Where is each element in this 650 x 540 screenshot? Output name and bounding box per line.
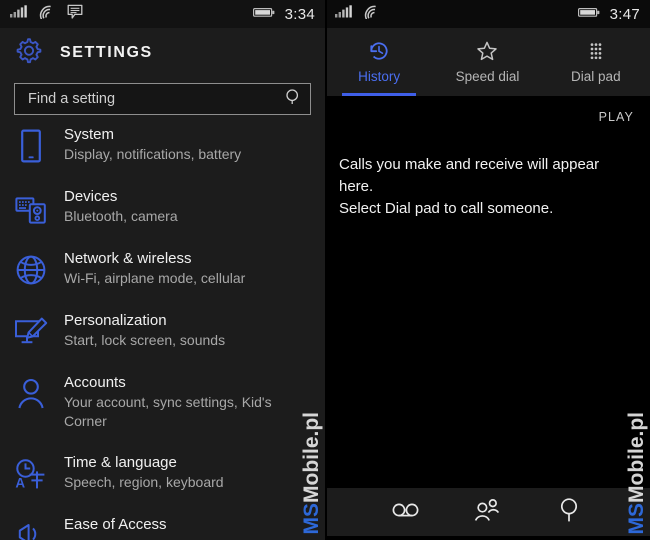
- settings-phone-panel: 3:34 SETTINGS Find a setting System Disp…: [0, 0, 325, 540]
- settings-item-text: Ease of Access: [64, 515, 167, 534]
- search-input[interactable]: [26, 90, 285, 108]
- wifi-icon: [363, 5, 381, 24]
- status-bar-left: 3:34: [0, 0, 325, 28]
- settings-item-personalization[interactable]: Personalization Start, lock screen, soun…: [14, 311, 315, 351]
- tab-label: Speed dial: [455, 69, 520, 84]
- settings-item-title: Ease of Access: [64, 516, 167, 533]
- history-clock-icon: [368, 40, 390, 62]
- settings-item-title: System: [64, 126, 115, 143]
- tab-label: Dial pad: [571, 69, 621, 84]
- settings-item-title: Time & language: [64, 454, 177, 471]
- settings-item-title: Personalization: [64, 312, 167, 329]
- settings-item-text: Time & language Speech, region, keyboard: [64, 453, 224, 492]
- search-button[interactable]: [546, 492, 592, 532]
- battery-icon: [577, 5, 600, 23]
- settings-item-title: Network & wireless: [64, 250, 192, 267]
- empty-state-line-1: Calls you make and receive will appear h…: [339, 156, 600, 195]
- tab-dial-pad[interactable]: Dial pad: [542, 34, 650, 96]
- contacts-button[interactable]: [464, 492, 510, 532]
- settings-item-subtitle: Wi-Fi, airplane mode, cellular: [64, 270, 246, 286]
- status-bar-clock: 3:34: [284, 5, 315, 23]
- search-icon[interactable]: [285, 88, 302, 110]
- ease-of-access-icon: [14, 515, 48, 540]
- phone-app-panel: 3:47 History Speed dial Dial pad PLAY Ca…: [325, 0, 650, 540]
- signal-bars-icon: [335, 5, 352, 23]
- dialpad-grid-icon: [585, 40, 607, 62]
- settings-item-network[interactable]: Network & wireless Wi-Fi, airplane mode,…: [14, 249, 315, 289]
- status-bar-right-group-left: 3:34: [252, 5, 315, 23]
- settings-item-subtitle: Bluetooth, camera: [64, 208, 178, 224]
- status-bar-right-group: 3:47: [577, 5, 640, 23]
- status-bar-left-icons-right: [335, 5, 381, 24]
- status-bar-left-icons: [10, 4, 83, 25]
- settings-item-system[interactable]: System Display, notifications, battery: [14, 125, 315, 165]
- settings-item-subtitle: Start, lock screen, sounds: [64, 332, 226, 348]
- settings-item-text: Accounts Your account, sync settings, Ki…: [64, 373, 299, 431]
- phone-app-content: PLAY Calls you make and receive will app…: [325, 96, 650, 536]
- sms-message-icon: [67, 4, 83, 25]
- empty-state-message: Calls you make and receive will appear h…: [325, 124, 650, 220]
- person-icon: [14, 373, 48, 413]
- status-bar-right: 3:47: [325, 0, 650, 28]
- tab-speed-dial[interactable]: Speed dial: [433, 34, 541, 96]
- phone-app-bottom-bar: [325, 488, 650, 536]
- settings-item-subtitle: Speech, region, keyboard: [64, 474, 224, 490]
- svg-text:A: A: [15, 475, 25, 490]
- settings-item-ease-of-access[interactable]: Ease of Access: [14, 515, 315, 540]
- settings-item-title: Accounts: [64, 374, 126, 391]
- monitor-paintbrush-icon: [14, 311, 48, 351]
- play-link[interactable]: PLAY: [325, 96, 650, 124]
- empty-state-line-2: Select Dial pad to call someone.: [339, 200, 554, 217]
- settings-item-text: Personalization Start, lock screen, soun…: [64, 311, 225, 350]
- tab-label: History: [358, 69, 401, 84]
- settings-item-devices[interactable]: Devices Bluetooth, camera: [14, 187, 315, 227]
- screenshot-root: 3:34 SETTINGS Find a setting System Disp…: [0, 0, 650, 540]
- settings-item-text: Network & wireless Wi-Fi, airplane mode,…: [64, 249, 245, 288]
- voicemail-icon: [391, 501, 421, 524]
- tab-history[interactable]: History: [325, 34, 433, 96]
- settings-item-subtitle: Display, notifications, battery: [64, 146, 242, 162]
- contacts-icon: [473, 498, 501, 527]
- search-box[interactable]: [14, 83, 311, 115]
- voicemail-button[interactable]: [383, 492, 429, 532]
- star-icon: [476, 40, 498, 62]
- keyboard-devices-icon: [14, 187, 48, 227]
- page-title: SETTINGS: [60, 43, 153, 61]
- battery-icon: [252, 5, 275, 23]
- wifi-icon: [38, 5, 56, 24]
- status-bar-clock: 3:47: [609, 5, 640, 23]
- settings-item-subtitle: Your account, sync settings, Kid's Corne…: [64, 394, 272, 429]
- settings-list: System Display, notifications, battery D…: [0, 125, 325, 540]
- panel-divider: [325, 0, 327, 540]
- settings-item-title: Devices: [64, 188, 118, 205]
- settings-item-accounts[interactable]: Accounts Your account, sync settings, Ki…: [14, 373, 315, 431]
- search-icon: [557, 497, 581, 528]
- gear-icon: [14, 36, 42, 69]
- phone-app-tabs: History Speed dial Dial pad: [325, 28, 650, 96]
- settings-item-time-language[interactable]: A Time & language Speech, region, keyboa…: [14, 453, 315, 493]
- settings-header: SETTINGS: [0, 28, 325, 75]
- globe-icon: [14, 249, 48, 289]
- clock-language-icon: A: [14, 453, 48, 493]
- settings-item-text: Devices Bluetooth, camera: [64, 187, 178, 226]
- signal-bars-icon: [10, 5, 27, 23]
- settings-item-text: System Display, notifications, battery: [64, 125, 241, 164]
- phone-outline-icon: [14, 125, 48, 165]
